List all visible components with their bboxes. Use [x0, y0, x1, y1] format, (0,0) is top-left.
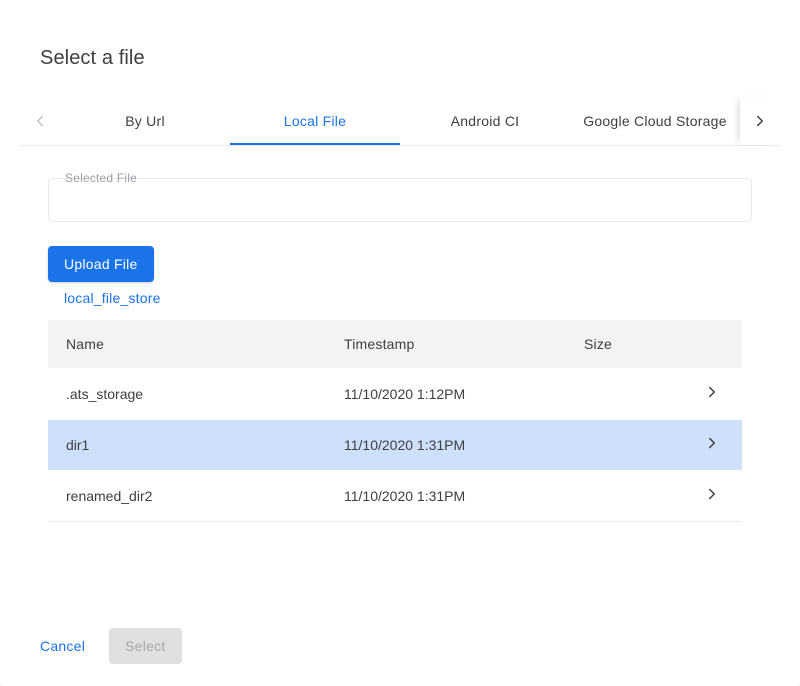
table-bottom-divider: [48, 521, 742, 522]
column-header-name: Name: [48, 336, 344, 352]
chevron-right-icon: [751, 112, 769, 130]
tab-scroll-left-button[interactable]: [20, 97, 60, 145]
select-button[interactable]: Select: [109, 628, 181, 664]
table-header-row: Name Timestamp Size: [48, 320, 742, 368]
cell-name: .ats_storage: [48, 386, 344, 402]
chevron-right-icon: [703, 383, 721, 406]
selected-file-field[interactable]: Selected File: [48, 178, 752, 222]
tab-local-file[interactable]: Local File: [230, 97, 400, 145]
tab-by-url[interactable]: By Url: [60, 97, 230, 145]
column-header-timestamp: Timestamp: [344, 336, 584, 352]
row-open-button[interactable]: [682, 434, 742, 457]
cell-timestamp: 11/10/2020 1:12PM: [344, 386, 584, 402]
cell-name: renamed_dir2: [48, 488, 344, 504]
chevron-right-icon: [703, 434, 721, 457]
file-table: Name Timestamp Size .ats_storage 11/10/2…: [48, 320, 742, 522]
cell-timestamp: 11/10/2020 1:31PM: [344, 488, 584, 504]
table-row[interactable]: renamed_dir2 11/10/2020 1:31PM: [48, 470, 742, 521]
row-open-button[interactable]: [682, 383, 742, 406]
tab-list: By Url Local File Android CI Google Clou…: [60, 97, 740, 145]
cell-timestamp: 11/10/2020 1:31PM: [344, 437, 584, 453]
dialog-actions: Cancel Select: [24, 628, 182, 664]
row-open-button[interactable]: [682, 485, 742, 508]
tab-google-cloud-storage[interactable]: Google Cloud Storage: [570, 97, 740, 145]
upload-file-button[interactable]: Upload File: [48, 246, 154, 282]
select-file-dialog: Select a file By Url Local File Android …: [0, 0, 800, 686]
table-row[interactable]: .ats_storage 11/10/2020 1:12PM: [48, 368, 742, 419]
cell-name: dir1: [48, 437, 344, 453]
table-row[interactable]: dir1 11/10/2020 1:31PM: [48, 419, 742, 470]
chevron-right-icon: [703, 485, 721, 508]
tab-label: By Url: [125, 113, 165, 129]
chevron-left-icon: [31, 112, 49, 130]
tab-label: Android CI: [451, 113, 520, 129]
selected-file-input[interactable]: [49, 179, 751, 221]
column-header-size: Size: [584, 336, 682, 352]
tab-bar: By Url Local File Android CI Google Clou…: [20, 97, 780, 146]
tab-label: Google Cloud Storage: [583, 113, 727, 129]
breadcrumb[interactable]: local_file_store: [64, 290, 161, 306]
cancel-button[interactable]: Cancel: [24, 628, 101, 664]
tab-label: Local File: [284, 113, 346, 129]
tab-android-ci[interactable]: Android CI: [400, 97, 570, 145]
tab-scroll-right-button[interactable]: [740, 97, 780, 145]
page-title: Select a file: [40, 44, 145, 72]
